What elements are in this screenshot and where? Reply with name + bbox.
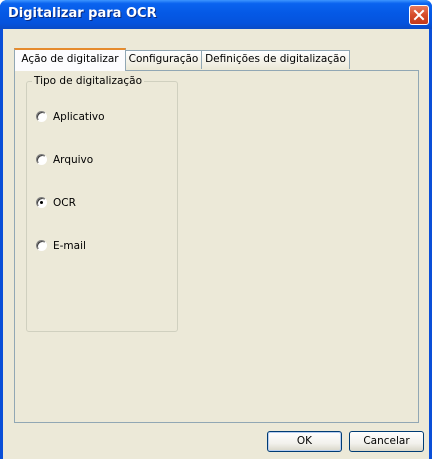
tab-label: Configuração (128, 53, 199, 65)
radio-label: OCR (53, 197, 76, 209)
radio-circle[interactable] (36, 240, 47, 251)
radio-label: Arquivo (53, 154, 94, 166)
window-title: Digitalizar para OCR (8, 6, 157, 21)
scan-type-group: Tipo de digitalização Aplicativo Arquivo… (26, 75, 178, 332)
title-bar[interactable]: Digitalizar para OCR (0, 0, 432, 29)
tab-strip: Ação de digitalizar Configuração Definiç… (14, 48, 419, 71)
tab-label: Ação de digitalizar (21, 53, 119, 65)
radio-circle-selected[interactable] (36, 197, 47, 208)
close-icon (413, 9, 425, 21)
tab-configuracao[interactable]: Configuração (125, 50, 202, 69)
radio-selected-dot (40, 201, 43, 204)
tab-acao-de-digitalizar[interactable]: Ação de digitalizar (14, 48, 126, 71)
group-legend: Tipo de digitalização (32, 75, 145, 87)
tab-definicoes-de-digitalizacao[interactable]: Definições de digitalização (201, 50, 350, 69)
ok-button[interactable]: OK (267, 431, 342, 452)
cancel-button[interactable]: Cancelar (349, 431, 424, 452)
tab-panel: Tipo de digitalização Aplicativo Arquivo… (14, 70, 419, 423)
close-button[interactable] (409, 5, 429, 25)
radio-circle[interactable] (36, 111, 47, 122)
tab-label: Definições de digitalização (205, 53, 346, 65)
dialog-body: Ação de digitalizar Configuração Definiç… (3, 29, 429, 459)
radio-label: Aplicativo (53, 111, 105, 123)
radio-label: E-mail (53, 240, 86, 252)
radio-circle[interactable] (36, 154, 47, 165)
dialog-window: Digitalizar para OCR Ação de digitalizar… (0, 0, 432, 459)
